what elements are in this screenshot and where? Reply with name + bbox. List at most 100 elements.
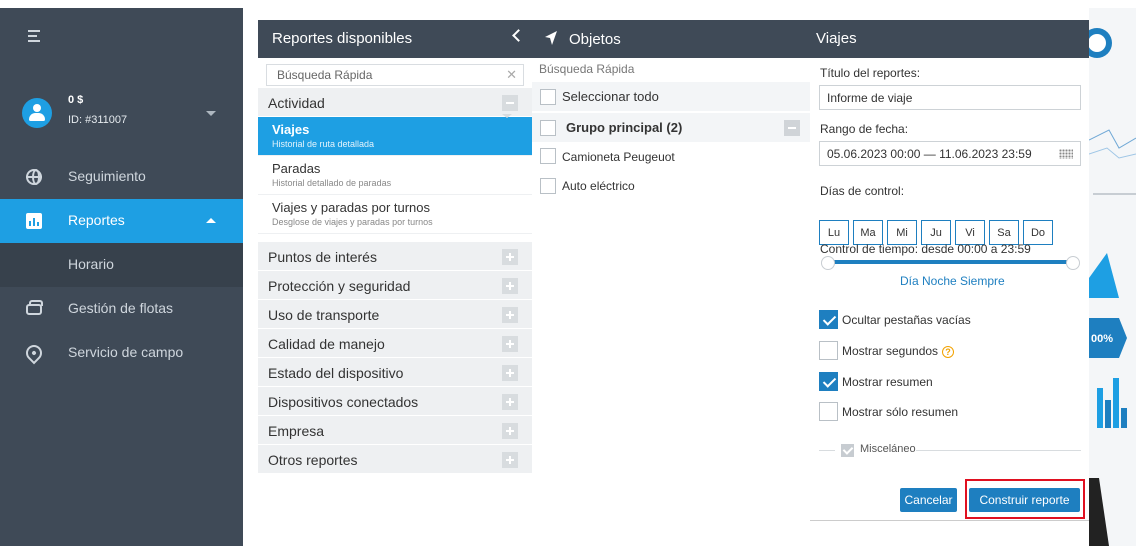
report-title: Viajes bbox=[272, 122, 310, 137]
select-all-checkbox[interactable] bbox=[540, 89, 556, 105]
group-label: Empresa bbox=[268, 423, 325, 439]
quick-always-link[interactable]: Siempre bbox=[960, 274, 1005, 288]
select-all-row[interactable]: Seleccionar todo bbox=[532, 82, 810, 111]
object-row[interactable]: Camioneta Peugeuot bbox=[532, 142, 810, 171]
group-label: Estado del dispositivo bbox=[268, 365, 404, 381]
date-range-value: 05.06.2023 00:00 — 11.06.2023 23:59 bbox=[827, 147, 1032, 161]
collapse-icon[interactable] bbox=[502, 95, 518, 111]
object-checkbox[interactable] bbox=[540, 178, 556, 194]
user-id: ID: #311007 bbox=[68, 114, 128, 126]
expand-icon[interactable] bbox=[502, 307, 518, 323]
report-title-input[interactable]: Informe de viaje bbox=[819, 85, 1081, 110]
time-control-label: Control de tiempo: desde 00:00 a 23:59 bbox=[820, 242, 1031, 256]
report-group[interactable]: Dispositivos conectados bbox=[258, 387, 532, 416]
quick-night-link[interactable]: Noche bbox=[922, 274, 957, 288]
expand-icon[interactable] bbox=[502, 452, 518, 468]
divider bbox=[819, 450, 835, 451]
date-range-label: Rango de fecha: bbox=[820, 122, 909, 136]
sidebar-item-servicio-campo[interactable]: Servicio de campo bbox=[0, 331, 243, 375]
sidebar-collapse-icon[interactable] bbox=[28, 30, 44, 44]
sidebar-item-horario[interactable]: Horario bbox=[0, 243, 243, 287]
date-range-input[interactable]: 05.06.2023 00:00 — 11.06.2023 23:59 bbox=[819, 141, 1081, 166]
report-item-viajes[interactable]: Viajes Historial de ruta detallada bbox=[258, 114, 532, 156]
chevron-up-icon bbox=[206, 218, 216, 223]
group-label: Otros reportes bbox=[268, 452, 358, 468]
group-label: Dispositivos conectados bbox=[268, 394, 419, 410]
group-checkbox[interactable] bbox=[540, 120, 556, 136]
report-item-viajes-paradas-turnos[interactable]: Viajes y paradas por turnos Desglose de … bbox=[258, 195, 532, 234]
report-settings-form: Título del reportes: Informe de viaje Ra… bbox=[810, 58, 1089, 521]
expand-icon[interactable] bbox=[502, 336, 518, 352]
avatar bbox=[22, 98, 52, 128]
sidebar-item-gestion-flotas[interactable]: Gestión de flotas bbox=[0, 287, 243, 331]
report-settings-title: Viajes bbox=[816, 30, 857, 47]
report-title: Viajes y paradas por turnos bbox=[272, 200, 431, 215]
select-all-label: Seleccionar todo bbox=[562, 89, 659, 104]
slider-start-handle[interactable] bbox=[821, 256, 835, 270]
show-summary-checkbox[interactable] bbox=[819, 372, 838, 391]
object-checkbox[interactable] bbox=[540, 148, 556, 164]
expand-icon[interactable] bbox=[502, 365, 518, 381]
group-label: Puntos de interés bbox=[268, 249, 377, 265]
highlight-box bbox=[965, 479, 1085, 519]
chevron-left-icon[interactable] bbox=[512, 29, 525, 42]
report-group[interactable]: Uso de transporte bbox=[258, 300, 532, 329]
help-icon[interactable]: ? bbox=[942, 346, 955, 358]
report-subtitle: Historial de ruta detallada bbox=[272, 139, 375, 149]
calendar-icon[interactable] bbox=[1059, 149, 1073, 159]
globe-icon bbox=[26, 169, 42, 185]
reports-icon bbox=[26, 213, 42, 229]
quick-day-link[interactable]: Día bbox=[900, 274, 919, 288]
object-label: Auto eléctrico bbox=[562, 179, 635, 193]
reports-search-input[interactable]: Búsqueda Rápida ✕ bbox=[266, 64, 524, 86]
report-item-paradas[interactable]: Paradas Historial detallado de paradas bbox=[258, 156, 532, 195]
objects-list: Búsqueda Rápida Seleccionar todo Grupo p… bbox=[532, 58, 810, 546]
expand-icon[interactable] bbox=[502, 278, 518, 294]
time-slider[interactable] bbox=[828, 260, 1072, 264]
user-account[interactable]: 0 $ ID: #311007 bbox=[0, 80, 243, 142]
sidebar-item-reportes[interactable]: Reportes bbox=[0, 199, 243, 243]
background-dashboard: 00% bbox=[1089, 8, 1136, 546]
dashboard-graphics: 00% bbox=[1089, 28, 1136, 546]
object-row[interactable]: Auto eléctrico bbox=[532, 171, 810, 200]
chevron-down-icon[interactable] bbox=[206, 111, 216, 116]
report-group[interactable]: Calidad de manejo bbox=[258, 329, 532, 358]
cancel-button[interactable]: Cancelar bbox=[900, 488, 957, 512]
expand-icon[interactable] bbox=[502, 249, 518, 265]
object-label: Camioneta Peugeuot bbox=[562, 150, 675, 164]
collapse-icon[interactable] bbox=[784, 120, 800, 136]
slider-end-handle[interactable] bbox=[1066, 256, 1080, 270]
objects-search-input[interactable]: Búsqueda Rápida bbox=[539, 62, 634, 76]
available-reports-title: Reportes disponibles bbox=[272, 30, 413, 47]
misc-label: Misceláneo bbox=[860, 443, 916, 455]
option-label: Mostrar segundos? bbox=[842, 344, 955, 358]
report-group[interactable]: Estado del dispositivo bbox=[258, 358, 532, 387]
title-label: Título del reportes: bbox=[820, 66, 921, 80]
option-label: Ocultar pestañas vacías bbox=[842, 313, 971, 327]
sidebar-item-label: Horario bbox=[68, 256, 114, 272]
report-subtitle: Desglose de viajes y paradas por turnos bbox=[272, 217, 433, 227]
sidebar-item-seguimiento[interactable]: Seguimiento bbox=[0, 155, 243, 199]
expand-icon[interactable] bbox=[502, 394, 518, 410]
location-pin-icon bbox=[22, 341, 46, 365]
show-seconds-checkbox[interactable] bbox=[819, 341, 838, 360]
report-group[interactable]: Protección y seguridad bbox=[258, 271, 532, 300]
sidebar-item-label: Reportes bbox=[68, 212, 125, 228]
show-only-summary-checkbox[interactable] bbox=[819, 402, 838, 421]
object-group-row[interactable]: Grupo principal (2) bbox=[532, 113, 810, 142]
report-group[interactable]: Puntos de interés bbox=[258, 242, 532, 271]
reports-list: Búsqueda Rápida ✕ Actividad Viajes Histo… bbox=[258, 58, 532, 546]
hide-empty-tabs-checkbox[interactable] bbox=[819, 310, 838, 329]
report-panel: Reportes disponibles Objetos Viajes Búsq… bbox=[258, 20, 1089, 546]
misc-checkbox[interactable] bbox=[841, 444, 854, 457]
navigation-arrow-icon bbox=[545, 31, 557, 45]
report-group[interactable]: Empresa bbox=[258, 416, 532, 445]
user-balance: 0 $ bbox=[68, 94, 84, 106]
search-placeholder: Búsqueda Rápida bbox=[277, 68, 373, 82]
clear-icon[interactable]: ✕ bbox=[506, 67, 517, 83]
report-group-actividad[interactable]: Actividad bbox=[258, 88, 532, 117]
expand-icon[interactable] bbox=[502, 423, 518, 439]
group-label: Calidad de manejo bbox=[268, 336, 385, 352]
report-group[interactable]: Otros reportes bbox=[258, 445, 532, 474]
panel-header: Reportes disponibles Objetos Viajes bbox=[258, 20, 1089, 58]
